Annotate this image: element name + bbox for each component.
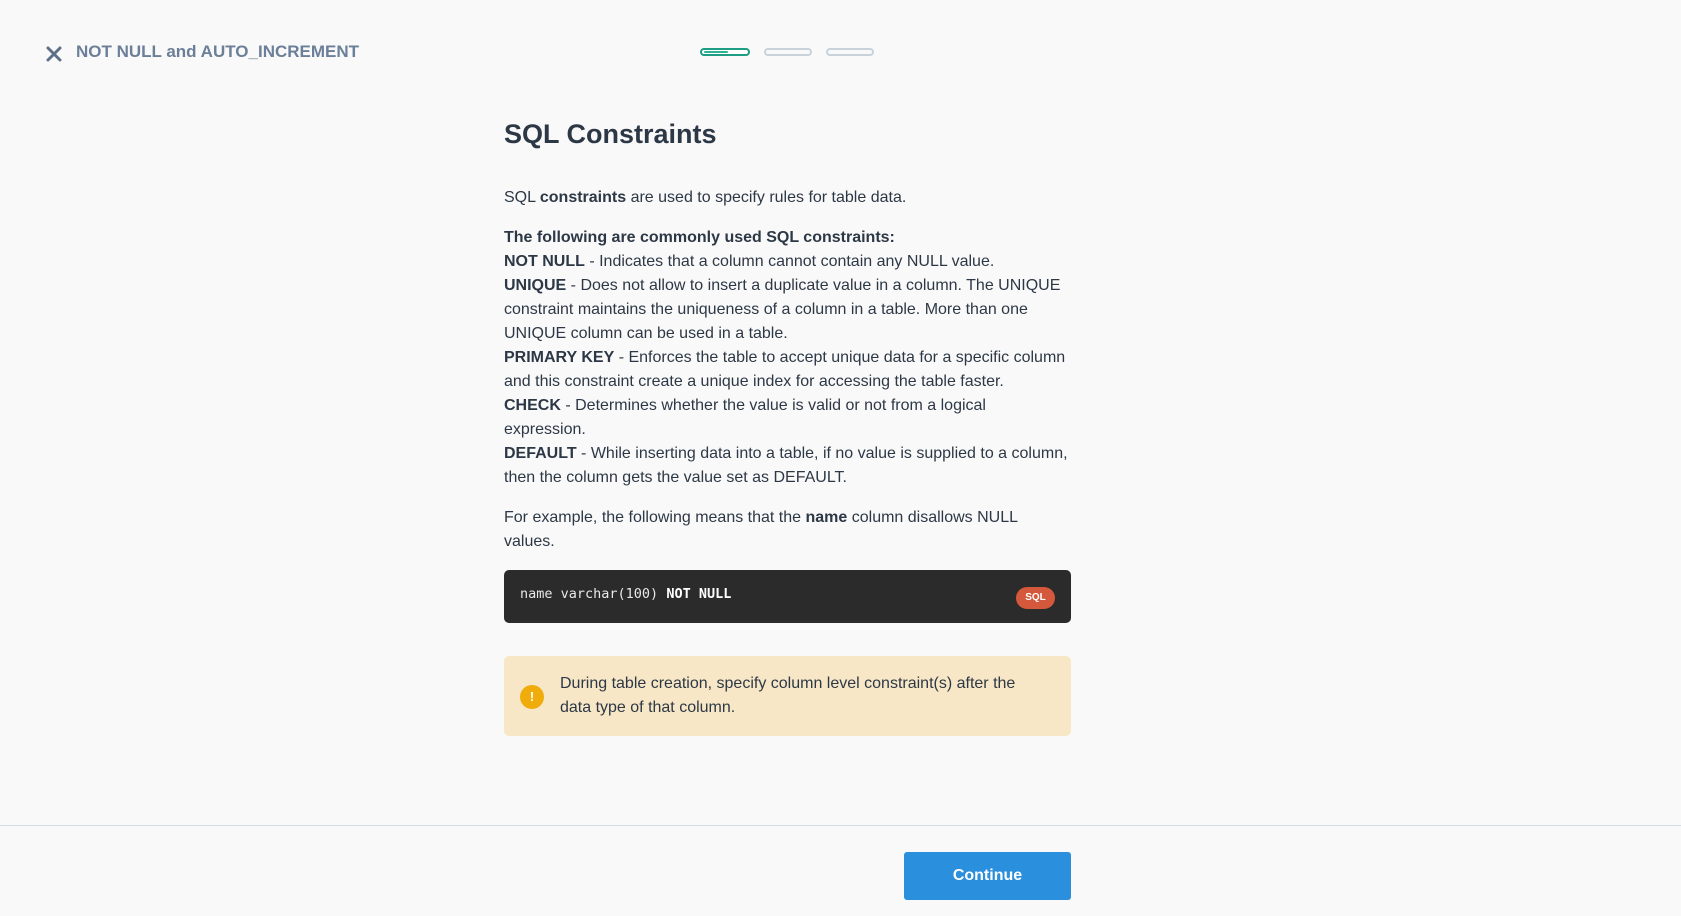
page-title: SQL Constraints [504,119,717,149]
code-keyword: NOT NULL [666,586,732,602]
top-bar: NOT NULL and AUTO_INCREMENT [0,0,1681,110]
list-item: DEFAULT - While inserting data into a ta… [504,442,1071,490]
continue-button[interactable]: Continue [904,852,1071,900]
constraints-list: The following are commonly used SQL cons… [504,226,1071,490]
intro-text-bold: constraints [539,189,627,206]
progress-segment-1-fill [704,51,728,53]
progress-segment-2 [764,48,812,56]
example-text-pre: For example, the following means that th… [504,509,806,526]
progress-indicator [700,48,874,56]
info-note: ! During table creation, specify column … [504,656,1071,736]
constraint-description: - While inserting data into a table, if … [504,445,1068,486]
lesson-content: SQL Constraints SQL constraints are used… [504,110,1071,736]
footer-bar: Continue [0,825,1681,916]
list-item: PRIMARY KEY - Enforces the table to acce… [504,346,1071,394]
progress-segment-1 [700,48,750,56]
example-text-bold: name [805,509,848,526]
code-plain: name varchar(100) [520,586,667,602]
intro-text-post: are used to specify rules for table data… [626,189,907,206]
constraint-description: - Does not allow to insert a duplicate v… [504,277,1061,342]
list-item: UNIQUE - Does not allow to insert a dupl… [504,274,1071,346]
lesson-title: NOT NULL and AUTO_INCREMENT [76,42,360,61]
constraint-description: - Determines whether the value is valid … [504,397,986,438]
exclamation-icon: ! [520,685,544,709]
constraint-name: NOT NULL [504,253,585,270]
constraint-description: - Indicates that a column cannot contain… [584,253,995,270]
intro-paragraph: SQL constraints are used to specify rule… [504,186,1071,210]
constraint-name: DEFAULT [504,445,577,462]
note-text: During table creation, specify column le… [560,675,1016,716]
example-paragraph: For example, the following means that th… [504,506,1071,554]
constraint-name: CHECK [504,397,561,414]
intro-text-pre: SQL [504,189,540,206]
list-heading: The following are commonly used SQL cons… [504,229,895,246]
constraint-name: UNIQUE [504,277,567,294]
progress-segment-3 [826,48,874,56]
code-text: name varchar(100) NOT NULL [520,586,731,602]
list-item: NOT NULL - Indicates that a column canno… [504,250,1071,274]
close-icon[interactable] [44,44,64,64]
code-block[interactable]: name varchar(100) NOT NULL SQL [504,570,1071,623]
language-badge: SQL [1016,587,1055,609]
constraint-name: PRIMARY KEY [504,349,615,366]
list-item: CHECK - Determines whether the value is … [504,394,1071,442]
